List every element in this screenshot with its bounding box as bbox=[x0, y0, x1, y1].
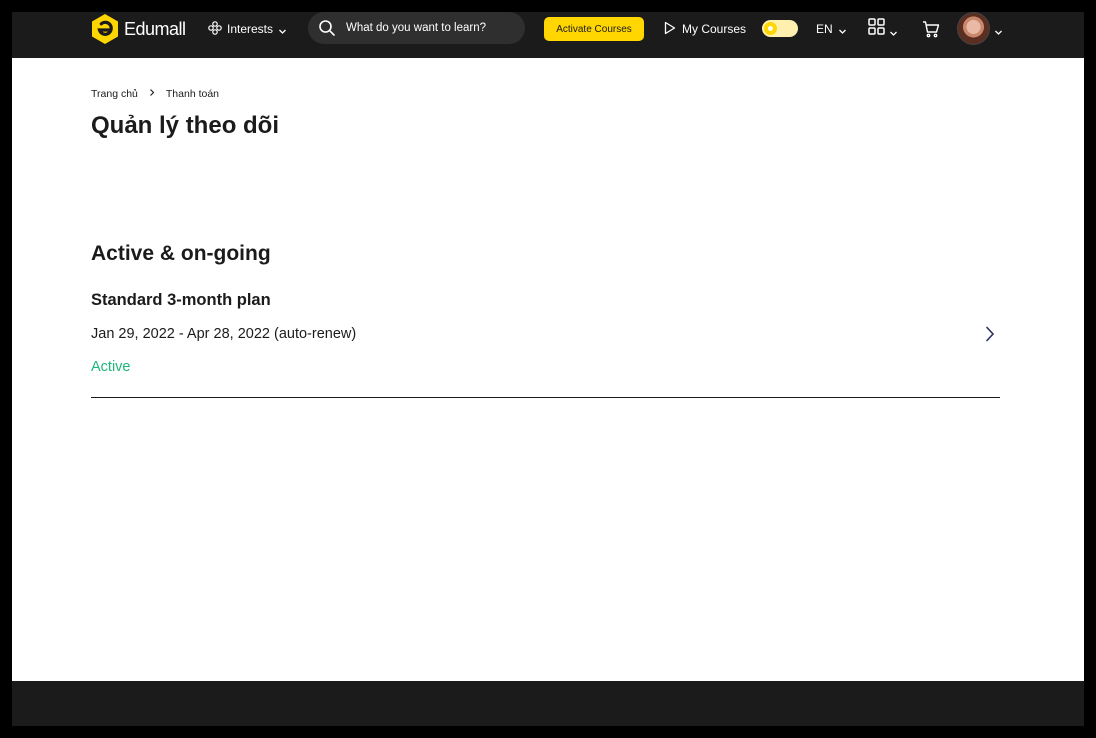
play-icon bbox=[664, 21, 676, 38]
search-bar[interactable] bbox=[308, 12, 525, 44]
grid-icon bbox=[868, 18, 885, 40]
my-courses-link[interactable]: My Courses bbox=[664, 20, 746, 38]
apps-menu[interactable] bbox=[868, 18, 898, 40]
divider bbox=[91, 397, 1000, 398]
language-selector[interactable]: EN bbox=[816, 20, 847, 38]
plan-details-button[interactable] bbox=[982, 324, 998, 344]
interests-icon bbox=[208, 20, 222, 38]
breadcrumb: Trang chủ Thanh toán bbox=[91, 88, 219, 100]
language-label: EN bbox=[816, 22, 833, 36]
logo-text: Edumall bbox=[124, 18, 186, 39]
chevron-down-icon bbox=[278, 25, 287, 34]
status-badge: Active bbox=[91, 359, 131, 375]
plan-dates: Jan 29, 2022 - Apr 28, 2022 (auto-renew) bbox=[91, 326, 357, 342]
theme-toggle-icon bbox=[764, 22, 777, 35]
plan-name: Standard 3-month plan bbox=[91, 291, 271, 309]
chevron-right-icon bbox=[982, 326, 998, 348]
footer bbox=[12, 681, 1084, 726]
theme-toggle[interactable] bbox=[762, 20, 798, 37]
section-title: Active & on-going bbox=[91, 242, 271, 265]
cart-icon bbox=[922, 21, 940, 42]
user-menu[interactable] bbox=[957, 12, 1003, 45]
chevron-down-icon bbox=[889, 25, 898, 36]
activate-courses-button[interactable]: Activate Courses bbox=[544, 17, 644, 41]
interests-label: Interests bbox=[227, 22, 274, 36]
search-icon bbox=[318, 19, 336, 37]
breadcrumb-home[interactable]: Trang chủ bbox=[91, 88, 138, 100]
top-nav: Edumall Interests Activate Courses bbox=[12, 12, 1084, 58]
chevron-down-icon bbox=[838, 25, 847, 34]
chevron-down-icon bbox=[994, 24, 1003, 35]
logo-icon bbox=[91, 13, 119, 45]
breadcrumb-current: Thanh toán bbox=[165, 88, 220, 100]
interests-menu[interactable]: Interests bbox=[208, 20, 287, 38]
avatar bbox=[957, 12, 990, 45]
app-window: Edumall Interests Activate Courses bbox=[12, 12, 1084, 726]
page-title: Quản lý theo dõi bbox=[91, 112, 280, 139]
chevron-right-icon bbox=[148, 88, 156, 100]
logo[interactable]: Edumall bbox=[91, 12, 186, 46]
my-courses-label: My Courses bbox=[682, 22, 747, 36]
search-input[interactable] bbox=[344, 21, 518, 35]
cart-button[interactable] bbox=[922, 20, 940, 38]
